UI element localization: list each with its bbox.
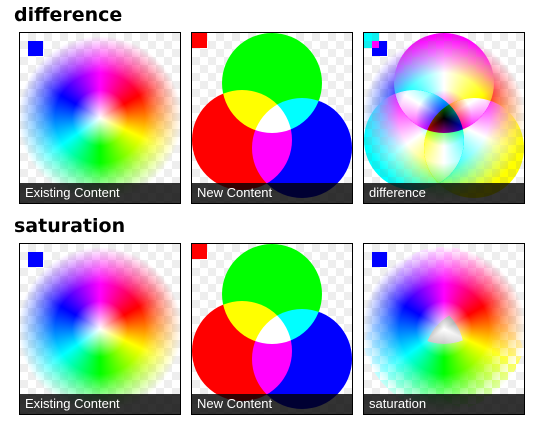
new-content-canvas: New Content [191,32,353,204]
caption: difference [364,183,524,203]
red-square [364,33,379,48]
caption: New Content [192,394,352,414]
rgb-circles-blended [364,33,524,203]
red-square [192,33,207,48]
red-square [364,244,379,259]
caption: Existing Content [20,394,180,414]
caption: New Content [192,183,352,203]
difference-result-canvas: difference [363,32,525,204]
existing-content-canvas: Existing Content [19,32,181,204]
color-wheel-gradient [20,33,180,203]
caption: saturation [364,394,524,414]
red-square [192,244,207,259]
new-content-canvas: New Content [191,243,353,415]
existing-content-canvas: Existing Content [19,243,181,415]
blue-square [28,252,43,267]
caption: Existing Content [20,183,180,203]
rgb-circles-blended [364,244,524,414]
section-title-difference: difference [14,4,123,26]
saturation-result-canvas: saturation [363,243,525,415]
rgb-circles [192,33,352,203]
section-title-saturation: saturation [14,215,126,237]
saturation-row: Existing Content New Content saturation [19,243,525,415]
blue-square [28,41,43,56]
color-wheel-gradient [20,244,180,414]
difference-row: Existing Content New Content difference [19,32,525,204]
rgb-circles [192,244,352,414]
